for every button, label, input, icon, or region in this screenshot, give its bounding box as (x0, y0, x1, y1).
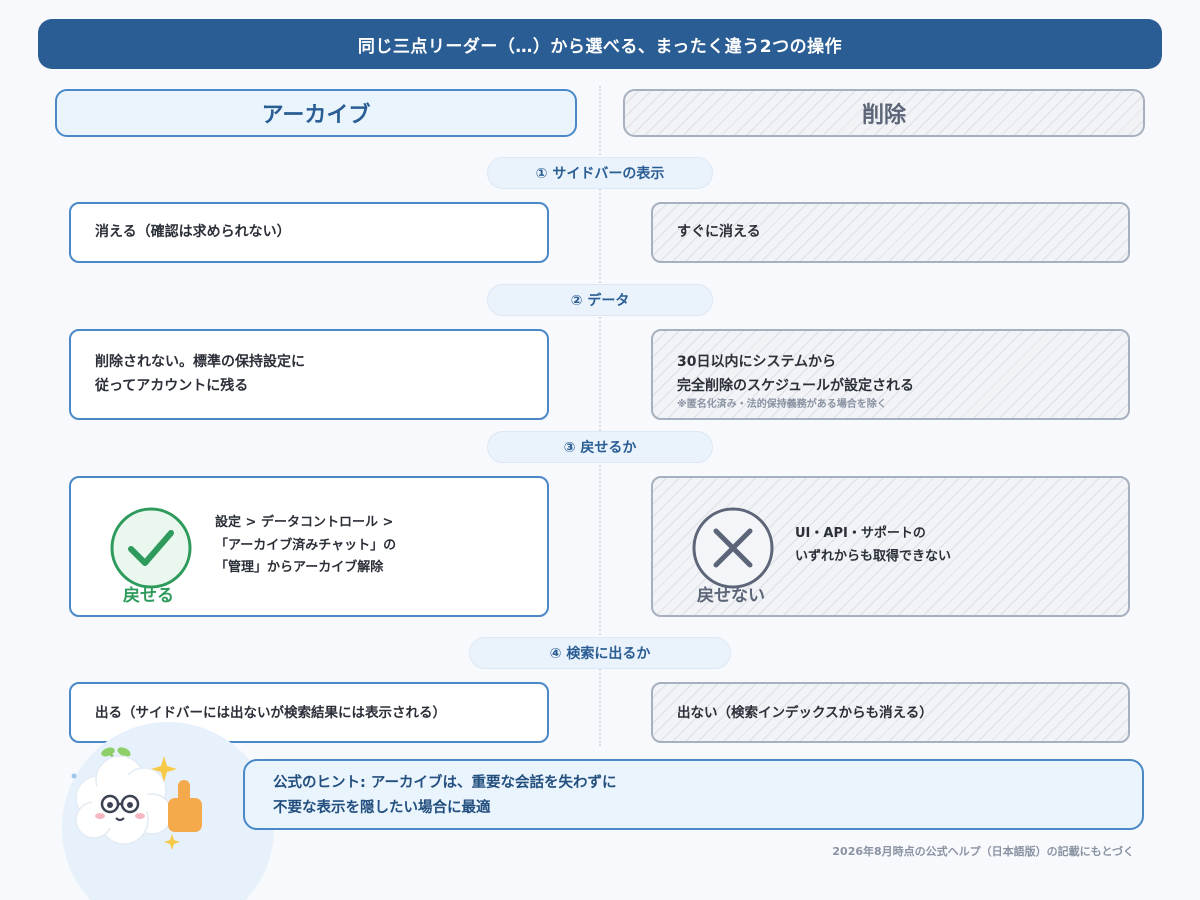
archive-restore-card: 戻せる 設定 > データコントロール > 「アーカイブ済みチャット」の 「管理」… (69, 476, 549, 617)
delete-column-title: 削除 (861, 103, 906, 128)
archive-data-line: 削除されない。標準の保持設定に (95, 354, 305, 370)
delete-restore-line: いずれからも取得できない (795, 548, 952, 564)
delete-search-card: 出ない（検索インデックスからも消える） (651, 682, 1130, 743)
delete-search-text: 出ない（検索インデックスからも消える） (677, 705, 933, 721)
delete-sidebar-card: すぐに消える (651, 202, 1130, 263)
section-label-text: ④ 検索に出るか (549, 646, 651, 662)
delete-restore-line: UI・API・サポートの (795, 526, 926, 541)
archive-search-text: 出る（サイドバーには出ないが検索結果には表示される） (95, 705, 446, 721)
tip-line: 不要な表示を隠したい場合に最適 (273, 800, 491, 816)
archive-data-line: 従ってアカウントに残る (95, 378, 249, 394)
delete-sidebar-text: すぐに消える (677, 224, 761, 240)
archive-column-title: アーカイブ (261, 103, 371, 128)
page-title-banner: 同じ三点リーダー（…）から選べる、まったく違う2つの操作 (38, 19, 1162, 69)
cloud-mascot-icon (71, 747, 202, 850)
restorable-badge-label: 戻せる (123, 586, 174, 606)
archive-restore-line: 「管理」からアーカイブ解除 (215, 560, 384, 575)
archive-restore-line: 設定 > データコントロール > (215, 515, 394, 530)
archive-restore-line: 「アーカイブ済みチャット」の (215, 537, 397, 553)
archive-sidebar-text: 消える（確認は求められない） (95, 224, 291, 240)
delete-column-header: 削除 (623, 89, 1145, 137)
sparkle-icon (164, 834, 180, 850)
section-label-text: ③ 戻せるか (563, 440, 637, 456)
x-circle-icon (692, 507, 774, 589)
check-circle-icon (110, 507, 192, 589)
page-title: 同じ三点リーダー（…）から選べる、まったく違う2つの操作 (357, 36, 843, 57)
section-label-sidebar: ① サイドバーの表示 (487, 157, 713, 189)
tip-box: 公式のヒント: アーカイブは、重要な会話を失わずに 不要な表示を隠したい場合に最… (243, 759, 1144, 830)
section-label-search: ④ 検索に出るか (469, 637, 731, 669)
section-label-text: ② データ (570, 293, 630, 309)
not-restorable-badge-label: 戻せない (697, 586, 765, 606)
section-label-restore: ③ 戻せるか (487, 431, 713, 463)
thumbs-up-icon (168, 780, 202, 832)
delete-data-line: 30日以内にシステムから (677, 354, 837, 370)
delete-data-card: 30日以内にシステムから 完全削除のスケジュールが設定される ※匿名化済み・法的… (651, 329, 1130, 420)
delete-data-note: ※匿名化済み・法的保持義務がある場合を除く (677, 399, 887, 410)
archive-data-card: 削除されない。標準の保持設定に 従ってアカウントに残る (69, 329, 549, 420)
footer-source-note: 2026年8月時点の公式ヘルプ（日本語版）の記載にもとづく (832, 845, 1134, 858)
archive-sidebar-card: 消える（確認は求められない） (69, 202, 549, 263)
delete-data-line: 完全削除のスケジュールが設定される (677, 378, 915, 394)
delete-restore-card: 戻せない UI・API・サポートの いずれからも取得できない (651, 476, 1130, 617)
archive-column-header: アーカイブ (55, 89, 577, 137)
section-label-data: ② データ (487, 284, 713, 316)
section-label-text: ① サイドバーの表示 (535, 166, 665, 182)
tip-line: 公式のヒント: アーカイブは、重要な会話を失わずに (273, 775, 617, 791)
